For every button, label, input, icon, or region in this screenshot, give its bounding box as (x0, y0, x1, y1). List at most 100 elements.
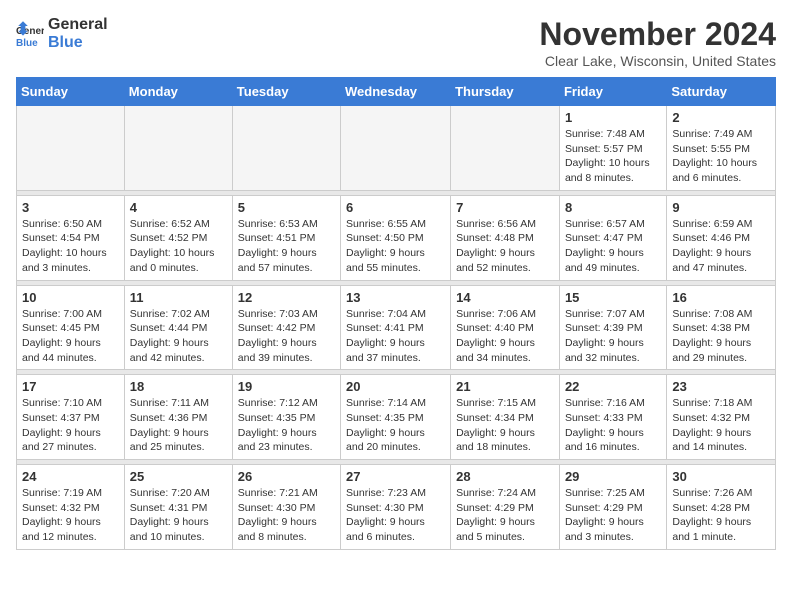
day-info: Sunrise: 7:48 AM Sunset: 5:57 PM Dayligh… (565, 127, 661, 186)
calendar-cell: 17Sunrise: 7:10 AM Sunset: 4:37 PM Dayli… (17, 375, 125, 460)
day-info: Sunrise: 7:25 AM Sunset: 4:29 PM Dayligh… (565, 486, 661, 545)
day-number: 30 (672, 469, 770, 484)
week-row-4: 17Sunrise: 7:10 AM Sunset: 4:37 PM Dayli… (17, 375, 776, 460)
day-info: Sunrise: 6:50 AM Sunset: 4:54 PM Dayligh… (22, 217, 119, 276)
day-number: 21 (456, 379, 554, 394)
calendar-cell: 3 Sunrise: 6:50 AM Sunset: 4:54 PM Daylig… (17, 195, 125, 280)
calendar-cell: 24Sunrise: 7:19 AM Sunset: 4:32 PM Dayli… (17, 465, 125, 550)
calendar-cell: 19Sunrise: 7:12 AM Sunset: 4:35 PM Dayli… (232, 375, 340, 460)
day-number: 19 (238, 379, 335, 394)
day-number: 4 (130, 200, 227, 215)
calendar-cell (341, 106, 451, 191)
day-info: Sunrise: 7:19 AM Sunset: 4:32 PM Dayligh… (22, 486, 119, 545)
day-info: Sunrise: 7:26 AM Sunset: 4:28 PM Dayligh… (672, 486, 770, 545)
week-row-1: 1Sunrise: 7:48 AM Sunset: 5:57 PM Daylig… (17, 106, 776, 191)
calendar-cell (451, 106, 560, 191)
day-number: 13 (346, 290, 445, 305)
day-number: 6 (346, 200, 445, 215)
calendar-cell: 7Sunrise: 6:56 AM Sunset: 4:48 PM Daylig… (451, 195, 560, 280)
calendar-cell: 12 Sunrise: 7:03 AM Sunset: 4:42 PM Dayli… (232, 285, 340, 370)
weekday-header-tuesday: Tuesday (232, 78, 340, 106)
calendar-cell: 9Sunrise: 6:59 AM Sunset: 4:46 PM Daylig… (667, 195, 776, 280)
calendar-cell: 29 Sunrise: 7:25 AM Sunset: 4:29 PM Dayli… (559, 465, 666, 550)
calendar-cell: 28 Sunrise: 7:24 AM Sunset: 4:29 PM Dayli… (451, 465, 560, 550)
weekday-header-wednesday: Wednesday (341, 78, 451, 106)
day-number: 23 (672, 379, 770, 394)
day-number: 5 (238, 200, 335, 215)
calendar-cell: 13 Sunrise: 7:04 AM Sunset: 4:41 PM Dayli… (341, 285, 451, 370)
calendar-cell: 16 Sunrise: 7:08 AM Sunset: 4:38 PM Dayli… (667, 285, 776, 370)
day-number: 26 (238, 469, 335, 484)
week-row-5: 24Sunrise: 7:19 AM Sunset: 4:32 PM Dayli… (17, 465, 776, 550)
day-info: Sunrise: 7:02 AM Sunset: 4:44 PM Dayligh… (130, 307, 227, 366)
day-number: 15 (565, 290, 661, 305)
calendar-cell: 27Sunrise: 7:23 AM Sunset: 4:30 PM Dayli… (341, 465, 451, 550)
day-number: 3 (22, 200, 119, 215)
day-number: 2 (672, 110, 770, 125)
day-number: 29 (565, 469, 661, 484)
day-info: Sunrise: 7:16 AM Sunset: 4:33 PM Dayligh… (565, 396, 661, 455)
day-number: 12 (238, 290, 335, 305)
calendar-cell: 18 Sunrise: 7:11 AM Sunset: 4:36 PM Dayli… (124, 375, 232, 460)
day-info: Sunrise: 7:03 AM Sunset: 4:42 PM Dayligh… (238, 307, 335, 366)
week-row-2: 3 Sunrise: 6:50 AM Sunset: 4:54 PM Daylig… (17, 195, 776, 280)
calendar-cell: 1Sunrise: 7:48 AM Sunset: 5:57 PM Daylig… (559, 106, 666, 191)
calendar-cell: 4 Sunrise: 6:52 AM Sunset: 4:52 PM Daylig… (124, 195, 232, 280)
day-info: Sunrise: 7:14 AM Sunset: 4:35 PM Dayligh… (346, 396, 445, 455)
weekday-header-thursday: Thursday (451, 78, 560, 106)
day-info: Sunrise: 7:11 AM Sunset: 4:36 PM Dayligh… (130, 396, 227, 455)
day-number: 18 (130, 379, 227, 394)
calendar-cell (17, 106, 125, 191)
logo-general-text: General (48, 16, 108, 34)
calendar-cell: 11 Sunrise: 7:02 AM Sunset: 4:44 PM Dayli… (124, 285, 232, 370)
calendar-cell: 23 Sunrise: 7:18 AM Sunset: 4:32 PM Dayli… (667, 375, 776, 460)
location-title: Clear Lake, Wisconsin, United States (539, 53, 776, 69)
calendar-cell (232, 106, 340, 191)
day-number: 16 (672, 290, 770, 305)
day-info: Sunrise: 7:24 AM Sunset: 4:29 PM Dayligh… (456, 486, 554, 545)
day-number: 22 (565, 379, 661, 394)
day-number: 11 (130, 290, 227, 305)
day-number: 28 (456, 469, 554, 484)
day-info: Sunrise: 7:08 AM Sunset: 4:38 PM Dayligh… (672, 307, 770, 366)
weekday-header-sunday: Sunday (17, 78, 125, 106)
day-number: 25 (130, 469, 227, 484)
week-row-3: 10 Sunrise: 7:00 AM Sunset: 4:45 PM Dayli… (17, 285, 776, 370)
calendar-cell: 20 Sunrise: 7:14 AM Sunset: 4:35 PM Dayli… (341, 375, 451, 460)
day-info: Sunrise: 6:57 AM Sunset: 4:47 PM Dayligh… (565, 217, 661, 276)
calendar-cell: 8 Sunrise: 6:57 AM Sunset: 4:47 PM Daylig… (559, 195, 666, 280)
day-number: 20 (346, 379, 445, 394)
calendar-cell: 15 Sunrise: 7:07 AM Sunset: 4:39 PM Dayli… (559, 285, 666, 370)
calendar-cell (124, 106, 232, 191)
weekday-header-row: SundayMondayTuesdayWednesdayThursdayFrid… (17, 78, 776, 106)
title-area: November 2024 Clear Lake, Wisconsin, Uni… (539, 16, 776, 69)
day-info: Sunrise: 7:04 AM Sunset: 4:41 PM Dayligh… (346, 307, 445, 366)
day-info: Sunrise: 6:56 AM Sunset: 4:48 PM Dayligh… (456, 217, 554, 276)
calendar-cell: 21 Sunrise: 7:15 AM Sunset: 4:34 PM Dayli… (451, 375, 560, 460)
day-number: 14 (456, 290, 554, 305)
svg-text:Blue: Blue (16, 38, 38, 48)
day-info: Sunrise: 7:15 AM Sunset: 4:34 PM Dayligh… (456, 396, 554, 455)
day-number: 27 (346, 469, 445, 484)
weekday-header-saturday: Saturday (667, 78, 776, 106)
day-info: Sunrise: 7:21 AM Sunset: 4:30 PM Dayligh… (238, 486, 335, 545)
day-number: 10 (22, 290, 119, 305)
calendar-cell: 5 Sunrise: 6:53 AM Sunset: 4:51 PM Daylig… (232, 195, 340, 280)
calendar-cell: 25Sunrise: 7:20 AM Sunset: 4:31 PM Dayli… (124, 465, 232, 550)
day-info: Sunrise: 7:18 AM Sunset: 4:32 PM Dayligh… (672, 396, 770, 455)
day-info: Sunrise: 7:49 AM Sunset: 5:55 PM Dayligh… (672, 127, 770, 186)
day-info: Sunrise: 7:00 AM Sunset: 4:45 PM Dayligh… (22, 307, 119, 366)
logo-blue-text: Blue (48, 34, 108, 52)
day-info: Sunrise: 6:59 AM Sunset: 4:46 PM Dayligh… (672, 217, 770, 276)
day-info: Sunrise: 6:53 AM Sunset: 4:51 PM Dayligh… (238, 217, 335, 276)
day-number: 8 (565, 200, 661, 215)
day-info: Sunrise: 6:55 AM Sunset: 4:50 PM Dayligh… (346, 217, 445, 276)
header: General Blue General Blue November 2024 … (16, 16, 776, 69)
weekday-header-friday: Friday (559, 78, 666, 106)
calendar: SundayMondayTuesdayWednesdayThursdayFrid… (16, 77, 776, 550)
calendar-cell: 14Sunrise: 7:06 AM Sunset: 4:40 PM Dayli… (451, 285, 560, 370)
logo: General Blue General Blue (16, 16, 108, 51)
day-info: Sunrise: 6:52 AM Sunset: 4:52 PM Dayligh… (130, 217, 227, 276)
day-info: Sunrise: 7:07 AM Sunset: 4:39 PM Dayligh… (565, 307, 661, 366)
calendar-cell: 22 Sunrise: 7:16 AM Sunset: 4:33 PM Dayli… (559, 375, 666, 460)
